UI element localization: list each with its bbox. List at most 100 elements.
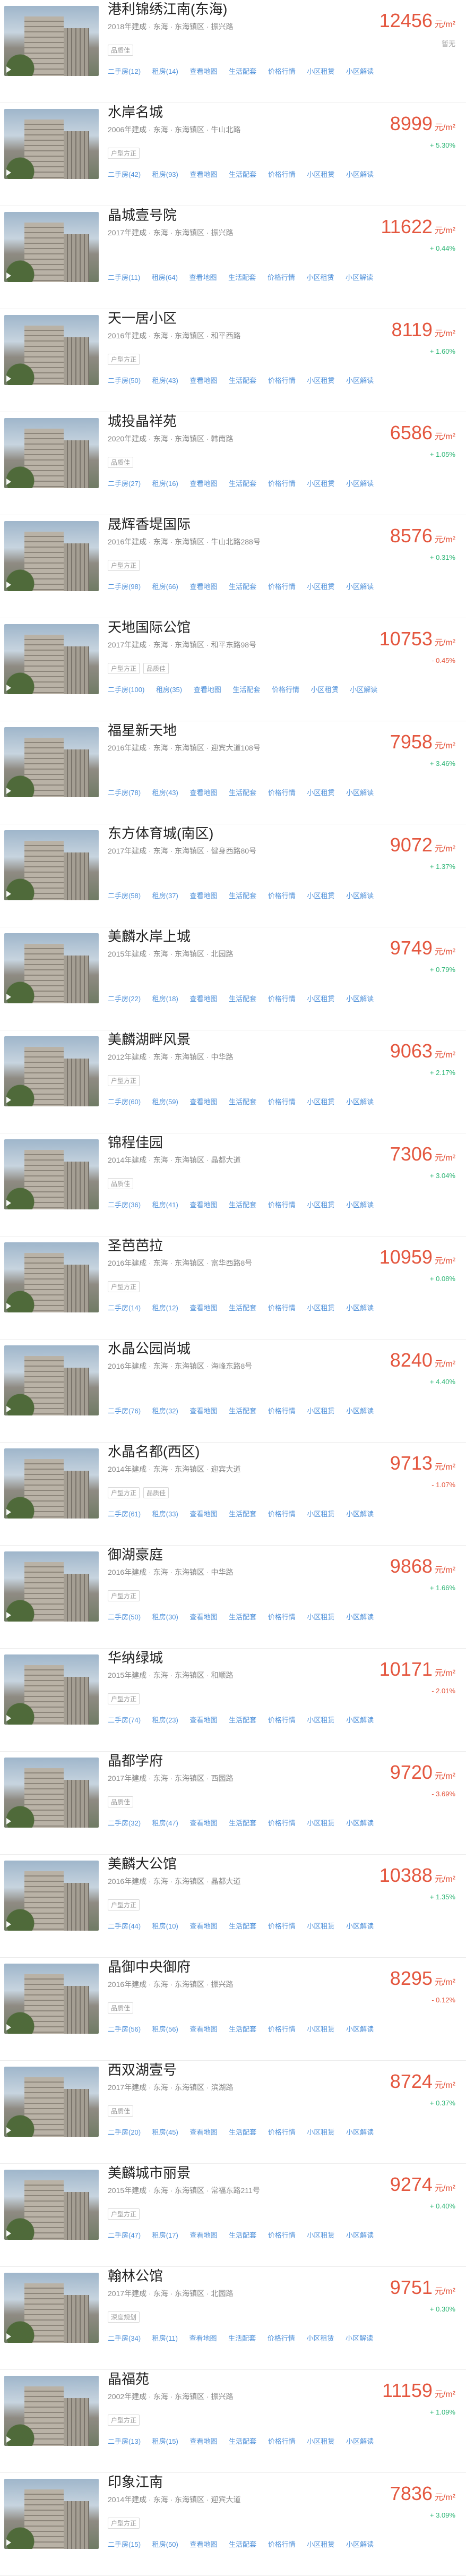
video-play-icon[interactable] — [6, 788, 11, 794]
community-analysis-link[interactable]: 小区解读 — [346, 274, 373, 282]
community-item[interactable]: 西双湖壹号 2017年建成 · 东海 · 东海镇区 · 滨湖路 品质佳 二手房(… — [0, 2061, 466, 2164]
facilities-link[interactable]: 生活配套 — [229, 2231, 256, 2239]
facilities-link[interactable]: 生活配套 — [229, 583, 256, 591]
community-name[interactable]: 锦程佳园 — [108, 1133, 163, 1151]
second-hand-link[interactable]: 二手房(44) — [108, 1922, 141, 1930]
rent-link[interactable]: 租房(93) — [152, 170, 178, 178]
community-photo[interactable] — [4, 2376, 99, 2446]
community-item[interactable]: 锦程佳园 2014年建成 · 东海 · 东海镇区 · 晶都大道 品质佳 二手房(… — [0, 1133, 466, 1236]
community-rent-link[interactable]: 小区租赁 — [307, 2128, 334, 2136]
rent-link[interactable]: 租房(18) — [152, 995, 178, 1003]
community-item[interactable]: 东方体育城(南区) 2017年建成 · 东海 · 东海镇区 · 健身西路80号 … — [0, 824, 466, 927]
rent-link[interactable]: 租房(35) — [156, 686, 182, 694]
video-play-icon[interactable] — [6, 1406, 11, 1412]
community-name[interactable]: 水晶公园尚城 — [108, 1340, 191, 1358]
community-name[interactable]: 美麟水岸上城 — [108, 927, 191, 945]
community-rent-link[interactable]: 小区租赁 — [311, 686, 339, 694]
map-link[interactable]: 查看地图 — [190, 480, 218, 488]
rent-link[interactable]: 租房(45) — [152, 2128, 178, 2136]
second-hand-link[interactable]: 二手房(15) — [108, 2540, 141, 2548]
facilities-link[interactable]: 生活配套 — [229, 789, 256, 797]
community-rent-link[interactable]: 小区租赁 — [307, 2540, 334, 2548]
second-hand-link[interactable]: 二手房(61) — [108, 1510, 141, 1518]
community-analysis-link[interactable]: 小区解读 — [346, 995, 374, 1003]
community-name[interactable]: 天一居小区 — [108, 309, 177, 327]
second-hand-link[interactable]: 二手房(11) — [108, 274, 140, 282]
price-trend-link[interactable]: 价格行情 — [268, 2540, 296, 2548]
community-photo[interactable] — [4, 624, 99, 694]
community-name[interactable]: 美麟湖畔风景 — [108, 1030, 191, 1048]
community-analysis-link[interactable]: 小区解读 — [346, 377, 374, 385]
map-link[interactable]: 查看地图 — [190, 1304, 218, 1312]
video-play-icon[interactable] — [6, 1097, 11, 1103]
video-play-icon[interactable] — [6, 272, 11, 279]
video-play-icon[interactable] — [6, 1509, 11, 1515]
map-link[interactable]: 查看地图 — [190, 2437, 218, 2445]
map-link[interactable]: 查看地图 — [190, 2540, 218, 2548]
map-link[interactable]: 查看地图 — [190, 1922, 218, 1930]
facilities-link[interactable]: 生活配套 — [232, 686, 260, 694]
community-analysis-link[interactable]: 小区解读 — [346, 583, 374, 591]
community-rent-link[interactable]: 小区租赁 — [307, 789, 334, 797]
community-photo[interactable] — [4, 1448, 99, 1519]
community-name[interactable]: 晟辉香堤国际 — [108, 515, 191, 533]
facilities-link[interactable]: 生活配套 — [229, 377, 256, 385]
map-link[interactable]: 查看地图 — [190, 1613, 218, 1621]
price-trend-link[interactable]: 价格行情 — [268, 2128, 296, 2136]
community-analysis-link[interactable]: 小区解读 — [346, 892, 374, 900]
community-item[interactable]: 天地国际公馆 2017年建成 · 东海 · 东海镇区 · 和平东路98号 户型方… — [0, 618, 466, 721]
rent-link[interactable]: 租房(37) — [152, 892, 178, 900]
price-trend-link[interactable]: 价格行情 — [268, 1922, 296, 1930]
community-rent-link[interactable]: 小区租赁 — [307, 1819, 334, 1827]
facilities-link[interactable]: 生活配套 — [229, 2437, 256, 2445]
community-analysis-link[interactable]: 小区解读 — [346, 2437, 374, 2445]
map-link[interactable]: 查看地图 — [190, 2231, 218, 2239]
price-trend-link[interactable]: 价格行情 — [268, 1201, 296, 1209]
second-hand-link[interactable]: 二手房(14) — [108, 1304, 141, 1312]
facilities-link[interactable]: 生活配套 — [229, 2540, 256, 2548]
video-play-icon[interactable] — [6, 2436, 11, 2443]
video-play-icon[interactable] — [6, 2127, 11, 2134]
community-name[interactable]: 东方体育城(南区) — [108, 824, 213, 842]
facilities-link[interactable]: 生活配套 — [229, 1201, 256, 1209]
second-hand-link[interactable]: 二手房(76) — [108, 1407, 141, 1415]
facilities-link[interactable]: 生活配套 — [229, 1819, 256, 1827]
second-hand-link[interactable]: 二手房(56) — [108, 2025, 141, 2033]
community-analysis-link[interactable]: 小区解读 — [346, 2540, 374, 2548]
map-link[interactable]: 查看地图 — [190, 1407, 218, 1415]
community-analysis-link[interactable]: 小区解读 — [346, 1098, 374, 1106]
map-link[interactable]: 查看地图 — [190, 583, 218, 591]
community-analysis-link[interactable]: 小区解读 — [346, 789, 374, 797]
community-analysis-link[interactable]: 小区解读 — [346, 2231, 374, 2239]
rent-link[interactable]: 租房(43) — [152, 377, 178, 385]
rent-link[interactable]: 租房(14) — [152, 67, 178, 75]
community-rent-link[interactable]: 小区租赁 — [307, 583, 334, 591]
video-play-icon[interactable] — [6, 376, 11, 382]
second-hand-link[interactable]: 二手房(42) — [108, 170, 141, 178]
second-hand-link[interactable]: 二手房(27) — [108, 480, 141, 488]
facilities-link[interactable]: 生活配套 — [229, 2025, 256, 2033]
community-item[interactable]: 晟辉香堤国际 2016年建成 · 东海 · 东海镇区 · 牛山北路288号 户型… — [0, 515, 466, 618]
community-photo[interactable] — [4, 521, 99, 591]
price-trend-link[interactable]: 价格行情 — [268, 1613, 296, 1621]
community-name[interactable]: 美麟大公馆 — [108, 1855, 177, 1873]
price-trend-link[interactable]: 价格行情 — [268, 1304, 296, 1312]
facilities-link[interactable]: 生活配套 — [229, 1716, 256, 1724]
community-name[interactable]: 美麟城市丽景 — [108, 2164, 191, 2182]
community-rent-link[interactable]: 小区租赁 — [307, 1922, 334, 1930]
rent-link[interactable]: 租房(23) — [152, 1716, 178, 1724]
map-link[interactable]: 查看地图 — [190, 1716, 218, 1724]
second-hand-link[interactable]: 二手房(32) — [108, 1819, 141, 1827]
community-analysis-link[interactable]: 小区解读 — [346, 1613, 374, 1621]
community-photo[interactable] — [4, 212, 99, 282]
second-hand-link[interactable]: 二手房(36) — [108, 1201, 141, 1209]
second-hand-link[interactable]: 二手房(50) — [108, 377, 141, 385]
community-item[interactable]: 美麟水岸上城 2015年建成 · 东海 · 东海镇区 · 北园路 二手房(22)… — [0, 927, 466, 1030]
community-name[interactable]: 晶城壹号院 — [108, 206, 177, 224]
map-link[interactable]: 查看地图 — [190, 67, 218, 75]
community-photo[interactable] — [4, 830, 99, 900]
community-analysis-link[interactable]: 小区解读 — [346, 170, 374, 178]
community-rent-link[interactable]: 小区租赁 — [307, 1716, 334, 1724]
rent-link[interactable]: 租房(41) — [152, 1201, 178, 1209]
community-rent-link[interactable]: 小区租赁 — [307, 170, 334, 178]
